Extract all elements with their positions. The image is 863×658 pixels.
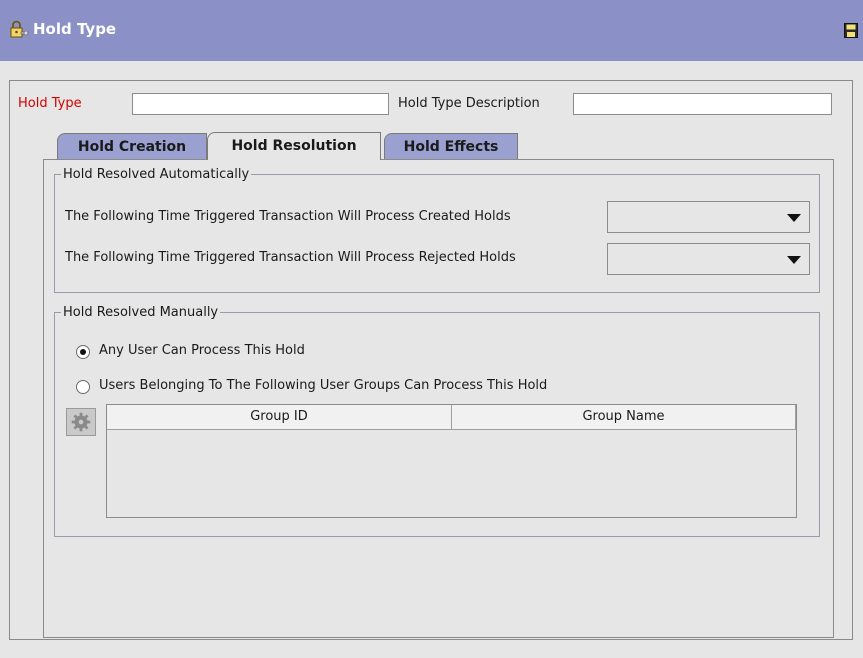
- option-user-groups-label: Users Belonging To The Following User Gr…: [99, 378, 548, 393]
- gear-icon: [71, 412, 91, 432]
- window-title: Hold Type: [33, 20, 117, 38]
- radio-user-groups[interactable]: [76, 380, 90, 394]
- group-legend-automatic: Hold Resolved Automatically: [63, 167, 250, 182]
- group-legend-manual: Hold Resolved Manually: [63, 305, 219, 320]
- hold-type-description-input[interactable]: [573, 93, 832, 115]
- table-header: Group ID Group Name: [107, 405, 796, 430]
- created-holds-dropdown[interactable]: [607, 201, 810, 233]
- chevron-down-icon: [787, 256, 801, 264]
- chevron-down-icon: [787, 214, 801, 222]
- column-header-group-name[interactable]: Group Name: [452, 405, 796, 429]
- option-any-user-label: Any User Can Process This Hold: [99, 343, 305, 358]
- tab-hold-creation[interactable]: Hold Creation: [57, 133, 207, 160]
- hold-type-description-label: Hold Type Description: [398, 96, 540, 111]
- tab-hold-effects[interactable]: Hold Effects: [384, 133, 518, 160]
- hold-type-input[interactable]: [132, 93, 389, 115]
- rejected-holds-dropdown[interactable]: [607, 243, 810, 275]
- user-groups-table[interactable]: Group ID Group Name: [106, 404, 797, 518]
- lookup-user-group-button[interactable]: [66, 408, 96, 436]
- rejected-holds-label: The Following Time Triggered Transaction…: [65, 250, 516, 265]
- save-disk-icon[interactable]: [844, 23, 858, 38]
- radio-any-user[interactable]: [76, 345, 90, 359]
- padlock-key-icon: [10, 20, 29, 38]
- title-bar: Hold Type: [0, 0, 863, 61]
- tab-hold-resolution[interactable]: Hold Resolution: [207, 132, 381, 160]
- created-holds-label: The Following Time Triggered Transaction…: [65, 209, 511, 224]
- hold-type-label: Hold Type: [18, 96, 82, 111]
- column-header-group-id[interactable]: Group ID: [107, 405, 452, 429]
